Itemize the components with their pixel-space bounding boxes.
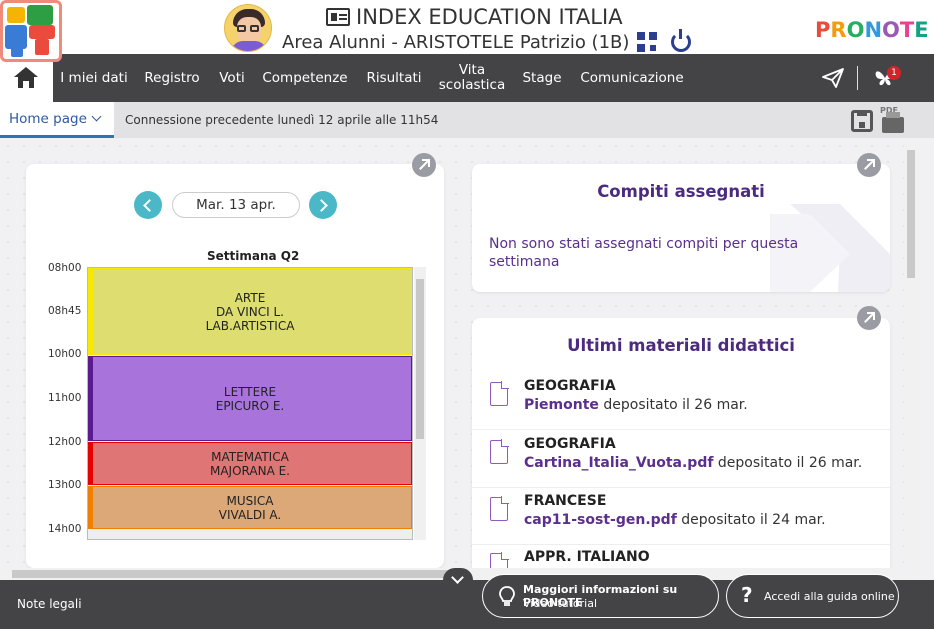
chevron-down-icon <box>91 111 102 122</box>
material-file-link[interactable]: Cartina_Italia_Vuota.pdf <box>524 455 713 471</box>
hour-label: 13h00 <box>48 479 82 491</box>
material-date: depositato il 26 mar. <box>713 455 863 471</box>
timetable-scrollbar[interactable] <box>414 267 426 540</box>
material-subject: APPR. ITALIANO <box>524 549 650 565</box>
lesson-block-arte[interactable]: ARTE DA VINCI L. LAB.ARTISTICA <box>88 268 412 355</box>
video-tutorial-subtitle: Video tutorial <box>523 597 598 610</box>
material-item[interactable]: GEOGRAFIA Cartina_Italia_Vuota.pdf deposi… <box>472 430 890 488</box>
page-vertical-scrollbar[interactable] <box>904 138 918 568</box>
hour-label: 11h00 <box>48 392 82 404</box>
main-nav: I miei dati Registro Voti Competenze Ris… <box>0 54 934 102</box>
date-selector[interactable]: Mar. 13 apr. <box>172 192 300 218</box>
nav-vita-scolastica[interactable]: Vita scolastica <box>434 54 510 102</box>
nav-risultati[interactable]: Risultati <box>360 54 428 102</box>
home-page-tab[interactable]: Home page <box>0 102 114 138</box>
logout-power-icon[interactable] <box>671 29 691 52</box>
qr-code-icon[interactable] <box>637 32 657 52</box>
hour-label: 14h00 <box>48 523 82 535</box>
hour-label: 12h00 <box>48 436 82 448</box>
document-icon <box>490 552 509 568</box>
nav-separator <box>857 66 858 90</box>
hour-label: 10h00 <box>48 348 82 360</box>
expand-materials-icon[interactable] <box>857 306 881 330</box>
lesson-block-lettere[interactable]: LETTERE EPICURO E. <box>88 356 412 441</box>
id-card-icon <box>326 8 350 26</box>
school-title: INDEX EDUCATION ITALIA <box>356 5 623 29</box>
nav-i-miei-dati[interactable]: I miei dati <box>55 54 133 102</box>
pronote-logo[interactable] <box>0 0 62 62</box>
homework-title: Compiti assegnati <box>597 182 765 201</box>
lesson-block-musica[interactable]: MUSICA VIVALDI A. <box>88 486 412 529</box>
nav-voti[interactable]: Voti <box>212 54 252 102</box>
materials-title: Ultimi materiali didattici <box>567 336 795 355</box>
printer-icon[interactable] <box>882 112 904 133</box>
material-item[interactable]: FRANCESE cap11-sost-gen.pdf depositato il… <box>472 487 890 545</box>
app-window: INDEX EDUCATION ITALIA Area Alunni - ARI… <box>0 0 934 629</box>
material-date: depositato il 24 mar. <box>676 512 826 528</box>
material-subject: GEOGRAFIA <box>524 436 616 452</box>
material-file-link[interactable]: Piemonte <box>524 397 599 413</box>
last-connection-text: Connessione precedente lunedì 12 aprile … <box>125 113 439 127</box>
header: INDEX EDUCATION ITALIA Area Alunni - ARI… <box>0 0 934 62</box>
legal-notes-link[interactable]: Note legali <box>17 597 82 611</box>
timetable-grid: ARTE DA VINCI L. LAB.ARTISTICA LETTERE EPIC… <box>87 267 413 540</box>
online-guide-label: Accedi alla guida online <box>764 590 895 603</box>
footer: Note legali Maggiori informazioni su PRO… <box>0 568 934 629</box>
nav-competenze[interactable]: Competenze <box>258 54 352 102</box>
prev-day-button[interactable] <box>134 191 162 219</box>
home-page-tab-label: Home page <box>9 110 87 127</box>
material-subject: FRANCESE <box>524 493 607 509</box>
student-avatar[interactable] <box>224 4 272 52</box>
hour-label: 08h00 <box>48 262 82 274</box>
nav-registro[interactable]: Registro <box>139 54 205 102</box>
material-file-link[interactable]: cap11-sost-gen.pdf <box>524 512 677 528</box>
lesson-block-matematica[interactable]: MATEMATICA MAJORANA E. <box>88 442 412 485</box>
pdf-file-icon <box>490 439 509 464</box>
hour-label: 08h45 <box>48 305 82 317</box>
expand-timetable-icon[interactable] <box>412 153 436 177</box>
help-question-icon: ? <box>741 583 753 607</box>
student-name: Area Alunni - ARISTOTELE Patrizio (1B) <box>282 32 630 53</box>
material-subject: GEOGRAFIA <box>524 378 616 394</box>
week-label: Settimana Q2 <box>207 249 300 263</box>
collapse-footer-chevron-icon[interactable] <box>443 568 473 592</box>
material-item[interactable]: APPR. ITALIANO <box>472 543 890 568</box>
save-icon[interactable] <box>851 110 873 132</box>
material-date: depositato il 26 mar. <box>598 397 748 413</box>
notification-badge: 1 <box>887 66 901 80</box>
material-item[interactable]: GEOGRAFIA Piemonte depositato il 26 mar. <box>472 372 890 430</box>
document-icon <box>490 381 509 406</box>
lightbulb-icon <box>499 586 515 606</box>
school-name: INDEX EDUCATION ITALIA <box>326 5 623 29</box>
online-guide-button[interactable]: ? Accedi alla guida online <box>726 574 899 618</box>
sub-bar: Home page Connessione precedente lunedì … <box>0 102 934 138</box>
paper-plane-icon[interactable] <box>822 68 844 88</box>
pronote-brand-logo: PRONOTE <box>815 18 929 42</box>
pdf-file-icon <box>490 496 509 521</box>
homework-empty-text: Non sono stati assegnati compiti per que… <box>489 236 799 270</box>
expand-homework-icon[interactable] <box>857 153 881 177</box>
nav-comunicazione[interactable]: Comunicazione <box>574 54 690 102</box>
nav-stage[interactable]: Stage <box>518 54 566 102</box>
next-day-button[interactable] <box>309 191 337 219</box>
video-tutorial-button[interactable]: Maggiori informazioni su PRONOTE Video t… <box>482 574 719 618</box>
